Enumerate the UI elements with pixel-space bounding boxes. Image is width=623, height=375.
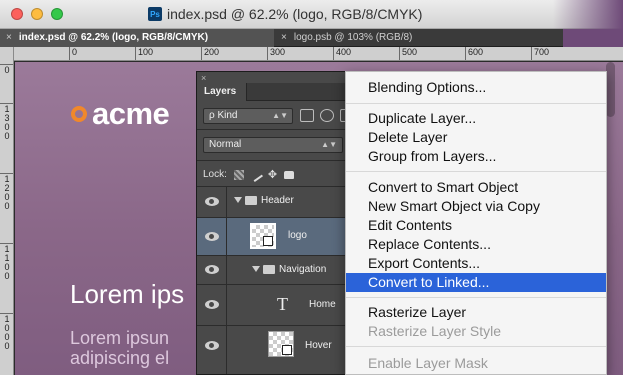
layer-thumbnail bbox=[250, 223, 276, 249]
visibility-eye-icon[interactable] bbox=[205, 341, 219, 350]
lock-controls: Lock: ✥ bbox=[203, 167, 295, 182]
expand-triangle-icon[interactable] bbox=[252, 266, 260, 273]
menu-item-group-from-layers[interactable]: Group from Layers... bbox=[346, 147, 606, 166]
menu-item-new-smart-object-via-copy[interactable]: New Smart Object via Copy bbox=[346, 197, 606, 216]
window-title-text: index.psd @ 62.2% (logo, RGB/8/CMYK) bbox=[167, 6, 423, 22]
filter-kind-value: ρ Kind bbox=[209, 110, 238, 121]
menu-item-convert-to-smart-object[interactable]: Convert to Smart Object bbox=[346, 178, 606, 197]
filter-kind-select[interactable]: ρ Kind ▲▼ bbox=[203, 108, 293, 124]
tab-logo-psb[interactable]: × logo.psb @ 103% (RGB/8) bbox=[275, 29, 465, 47]
ruler-label: 500 bbox=[402, 47, 418, 57]
smart-object-badge-icon bbox=[282, 345, 292, 355]
close-panel-icon[interactable]: × bbox=[201, 73, 206, 83]
menu-item-rasterize-layer-style: Rasterize Layer Style bbox=[368, 323, 502, 339]
layer-name-text: Navigation bbox=[279, 264, 327, 275]
menu-item-rasterize-layer[interactable]: Rasterize Layer bbox=[346, 303, 606, 322]
horizontal-ruler[interactable]: 0 100 200 300 400 500 600 700 bbox=[14, 47, 623, 61]
ruler-label: 200 bbox=[204, 47, 220, 57]
photoshop-window: Ps index.psd @ 62.2% (logo, RGB/8/CMYK) … bbox=[0, 0, 623, 375]
close-tab-icon[interactable]: × bbox=[6, 32, 12, 43]
logo-text: acme bbox=[92, 96, 170, 131]
menu-item-edit-contents[interactable]: Edit Contents bbox=[346, 216, 606, 235]
filter-adjustment-icon[interactable] bbox=[320, 109, 334, 122]
zoom-window-button[interactable] bbox=[51, 8, 63, 20]
menu-item-enable-layer-mask: Enable Layer Mask bbox=[368, 355, 488, 371]
window-title: Ps index.psd @ 62.2% (logo, RGB/8/CMYK) bbox=[148, 6, 422, 22]
layer-name-text: Header bbox=[261, 195, 294, 206]
menu-item-replace-contents[interactable]: Replace Contents... bbox=[346, 235, 606, 254]
layer-name-text: logo bbox=[288, 230, 307, 241]
layer-row-logo[interactable]: logo bbox=[197, 218, 355, 255]
blend-mode-select[interactable]: Normal ▲▼ bbox=[203, 137, 343, 153]
close-tab-icon[interactable]: × bbox=[281, 32, 287, 43]
smart-object-badge-icon bbox=[263, 236, 273, 246]
lock-image-pixels-icon[interactable] bbox=[248, 167, 263, 182]
menu-item-export-contents[interactable]: Export Contents... bbox=[346, 254, 606, 273]
visibility-eye-icon[interactable] bbox=[205, 232, 219, 241]
folder-icon bbox=[263, 264, 275, 274]
ruler-label: 600 bbox=[468, 47, 484, 57]
select-arrows-icon: ▲▼ bbox=[321, 140, 337, 149]
layer-thumbnail bbox=[268, 331, 294, 357]
ruler-label: 1 2 0 0 bbox=[4, 174, 10, 211]
hero-title: Lorem ips bbox=[70, 279, 185, 309]
ruler-label: 0 bbox=[72, 47, 78, 57]
visibility-eye-icon[interactable] bbox=[205, 300, 219, 309]
ruler-label: 100 bbox=[138, 47, 154, 57]
lock-all-icon[interactable] bbox=[284, 170, 295, 179]
ruler-label: 1 3 0 0 bbox=[4, 104, 10, 141]
blend-mode-value: Normal bbox=[209, 139, 242, 150]
visibility-eye-icon[interactable] bbox=[205, 197, 219, 206]
layer-row-home[interactable]: T Home bbox=[197, 285, 355, 325]
hero-body-line: adipiscing el bbox=[70, 348, 170, 368]
folder-icon bbox=[245, 195, 257, 205]
visibility-eye-icon[interactable] bbox=[205, 265, 219, 274]
vertical-scrollbar[interactable] bbox=[606, 62, 615, 117]
title-bar: Ps index.psd @ 62.2% (logo, RGB/8/CMYK) bbox=[0, 0, 623, 29]
layer-row-header[interactable]: Header bbox=[197, 187, 355, 217]
layers-panel: × Layers ρ Kind ▲▼ Normal ▲▼ Lock: ✥ Hea… bbox=[196, 71, 356, 375]
text-layer-icon: T bbox=[277, 294, 288, 314]
menu-item-blending-options[interactable]: Blending Options... bbox=[346, 78, 606, 97]
ruler-label: 1 0 0 0 bbox=[4, 314, 10, 351]
layer-name: Navigation bbox=[252, 264, 326, 275]
lock-position-icon[interactable]: ✥ bbox=[268, 169, 277, 180]
layer-row-navigation[interactable]: Navigation bbox=[197, 256, 355, 284]
filter-image-icon[interactable] bbox=[300, 109, 314, 122]
ruler-label: 700 bbox=[534, 47, 550, 57]
background-desktop-strip bbox=[563, 29, 623, 47]
background-desktop-strip bbox=[553, 0, 623, 29]
layer-name-text: Hover bbox=[305, 340, 332, 351]
layer-row-hover[interactable]: Hover bbox=[197, 326, 355, 374]
minimize-window-button[interactable] bbox=[31, 8, 43, 20]
lock-transparent-pixels-icon[interactable] bbox=[233, 169, 244, 180]
document-tabs: × index.psd @ 62.2% (logo, RGB/8/CMYK) × l… bbox=[0, 29, 623, 47]
panel-header: Layers bbox=[197, 83, 355, 101]
menu-item-convert-to-linked[interactable]: Convert to Linked... bbox=[346, 273, 606, 292]
close-window-button[interactable] bbox=[11, 8, 23, 20]
tab-label: logo.psb @ 103% (RGB/8) bbox=[293, 32, 413, 43]
acme-logo: acme bbox=[71, 96, 170, 132]
ruler-label: 300 bbox=[270, 47, 286, 57]
layer-name: Header bbox=[234, 195, 294, 206]
select-arrows-icon: ▲▼ bbox=[272, 111, 288, 120]
tab-index-psd[interactable]: × index.psd @ 62.2% (logo, RGB/8/CMYK) bbox=[0, 29, 274, 47]
ruler-label: 400 bbox=[336, 47, 352, 57]
hero-body: Lorem ipsun adipiscing el bbox=[70, 328, 169, 368]
hero-body-line: Lorem ipsun bbox=[70, 328, 170, 348]
tab-label: index.psd @ 62.2% (logo, RGB/8/CMYK) bbox=[18, 32, 209, 43]
ruler-label: 1 1 0 0 bbox=[4, 244, 10, 281]
lock-label: Lock: bbox=[203, 169, 227, 180]
layer-context-menu: Blending Options... Duplicate Layer... D… bbox=[345, 71, 607, 375]
layer-name-text: Home bbox=[309, 299, 336, 310]
menu-item-delete-layer[interactable]: Delete Layer bbox=[346, 128, 606, 147]
vertical-ruler[interactable]: 0 1 3 0 0 1 2 0 0 1 1 0 0 1 0 0 0 bbox=[0, 47, 14, 375]
menu-item-duplicate-layer[interactable]: Duplicate Layer... bbox=[346, 109, 606, 128]
ruler-label: 0 bbox=[4, 65, 10, 75]
expand-triangle-icon[interactable] bbox=[234, 197, 242, 204]
logo-ring-icon bbox=[71, 106, 87, 122]
photoshop-document-icon: Ps bbox=[148, 7, 162, 21]
tab-layers[interactable]: Layers bbox=[197, 83, 247, 101]
